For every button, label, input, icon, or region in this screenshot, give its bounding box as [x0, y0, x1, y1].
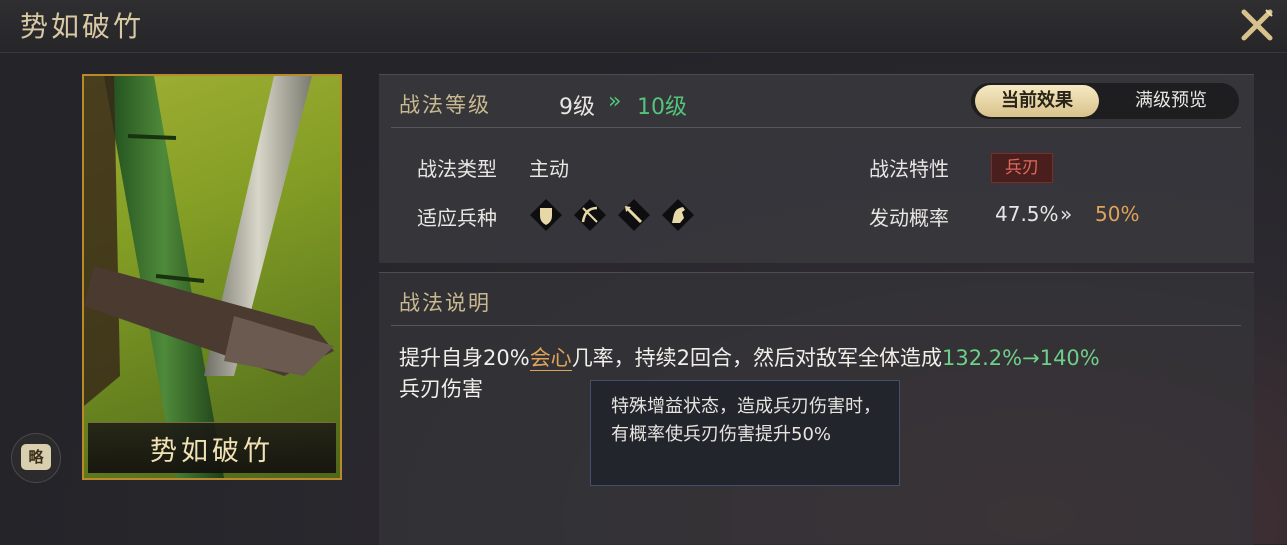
title-bar: 势如破竹 [0, 0, 1287, 53]
tactic-card: 势如破竹 [82, 74, 342, 480]
divider [391, 325, 1241, 326]
description-header: 战法说明 [399, 291, 491, 315]
tab-current-effect[interactable]: 当前效果 [975, 85, 1099, 117]
type-label: 战法类型 [417, 157, 497, 181]
next-level: 10级 [637, 95, 687, 120]
spear-icon [618, 199, 650, 231]
effect-tabs: 当前效果 满级预览 [971, 83, 1239, 119]
shield-icon [530, 199, 562, 231]
current-level: 9级 [559, 95, 595, 120]
crit-keyword-link[interactable]: 会心 [529, 346, 572, 371]
troops-label: 适应兵种 [417, 206, 497, 230]
trait-badge: 兵刃 [991, 153, 1053, 183]
type-value: 主动 [529, 157, 569, 181]
horse-icon [662, 199, 694, 231]
keyword-tooltip: 特殊增益状态，造成兵刃伤害时，有概率使兵刃伤害提升50% [590, 380, 900, 486]
card-name: 势如破竹 [150, 436, 274, 467]
bamboo-art [84, 76, 340, 478]
desc-part-3: 兵刃伤害 [399, 377, 483, 401]
desc-part-1: 提升自身20% [399, 346, 530, 370]
divider [391, 127, 1241, 128]
prob-arrow: » [1060, 202, 1073, 226]
damage-range: 132.2%→140% [942, 346, 1100, 370]
prob-label: 发动概率 [869, 206, 949, 230]
page-title: 势如破竹 [20, 10, 145, 43]
prob-current: 47.5% [995, 202, 1059, 226]
close-icon[interactable] [1238, 6, 1276, 44]
strategy-label: 略 [21, 444, 51, 470]
tab-max-preview[interactable]: 满级预览 [1109, 83, 1233, 119]
level-arrow: » [608, 89, 622, 114]
trait-label: 战法特性 [869, 157, 949, 181]
prob-next: 50% [1095, 202, 1140, 226]
level-label: 战法等级 [399, 93, 491, 117]
tactic-info-panel: 战法等级 9级 » 10级 当前效果 满级预览 战法类型 主动 战法特性 兵刃 … [379, 74, 1254, 263]
strategy-button[interactable]: 略 [11, 433, 61, 483]
bow-icon [574, 199, 606, 231]
tooltip-text: 特殊增益状态，造成兵刃伤害时，有概率使兵刃伤害提升50% [611, 396, 881, 445]
card-name-bar: 势如破竹 [88, 422, 336, 473]
desc-part-2: 几率，持续2回合，然后对敌军全体造成 [571, 346, 943, 370]
